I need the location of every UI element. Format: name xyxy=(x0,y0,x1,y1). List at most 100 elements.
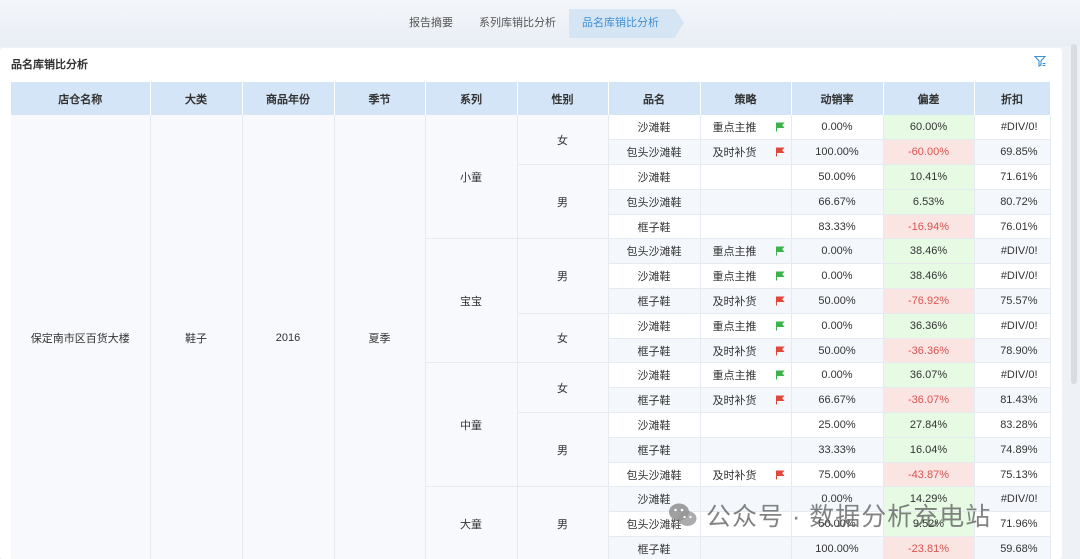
product-cell: 沙滩鞋 xyxy=(608,486,701,513)
strategy-cell xyxy=(700,536,792,559)
gender-cell: 女 xyxy=(517,362,609,414)
column-header: 店仓名称 xyxy=(11,82,151,115)
product-cell: 框子鞋 xyxy=(608,214,701,240)
deviation-cell: 38.46% xyxy=(883,263,975,290)
strategy-label: 重点主推 xyxy=(712,320,757,333)
column-header: 动销率 xyxy=(791,82,884,115)
gender-cell: 女 xyxy=(517,313,609,364)
table-body: 保定南市区百货大楼 鞋子 2016 夏季 小童女沙滩鞋 重点主推 0.00% 60.00% #D… xyxy=(11,115,1051,559)
product-cell: 包头沙滩鞋 xyxy=(608,511,701,538)
product-cell: 框子鞋 xyxy=(608,387,701,414)
sell-through-cell: 100.00% xyxy=(791,536,884,559)
strategy-label: 重点主推 xyxy=(712,122,757,135)
gender-cell: 男 xyxy=(517,412,609,488)
strategy-label: 及时补货 xyxy=(712,395,757,408)
deviation-cell: -60.00% xyxy=(883,139,975,166)
strategy-label: 重点主推 xyxy=(712,271,757,284)
deviation-cell: 16.04% xyxy=(883,437,975,463)
product-cell: 包头沙滩鞋 xyxy=(608,139,701,166)
tab-bar: 报告摘要 系列库销比分析 品名库销比分析 xyxy=(0,0,1080,46)
green-flag-icon xyxy=(775,246,785,256)
sell-through-cell: 0.00% xyxy=(791,263,884,290)
sell-through-cell: 50.00% xyxy=(791,511,884,538)
red-flag-icon xyxy=(775,346,785,356)
product-cell: 沙滩鞋 xyxy=(608,362,701,389)
red-flag-icon xyxy=(775,395,785,405)
product-analysis-table: 店仓名称 大类 商品年份 季节 系列 性别 品名 策略 动销率 偏差 折扣 保定南市区百货大楼 鞋子 2… xyxy=(11,82,1051,559)
discount-cell: #DIV/0! xyxy=(974,115,1051,141)
discount-cell: #DIV/0! xyxy=(974,486,1051,513)
discount-cell: 71.61% xyxy=(974,164,1051,190)
discount-cell: 71.96% xyxy=(974,511,1051,538)
strategy-label: 及时补货 xyxy=(712,345,757,358)
product-cell: 沙滩鞋 xyxy=(608,164,701,190)
strategy-cell: 重点主推 xyxy=(700,362,792,389)
strategy-cell xyxy=(700,214,792,240)
strategy-cell: 及时补货 xyxy=(700,139,792,166)
strategy-label: 重点主推 xyxy=(712,370,757,383)
series-cell: 宝宝 xyxy=(425,238,518,364)
product-cell: 包头沙滩鞋 xyxy=(608,189,701,215)
discount-cell: 75.57% xyxy=(974,288,1051,314)
product-cell: 沙滩鞋 xyxy=(608,313,701,339)
discount-cell: 76.01% xyxy=(974,214,1051,240)
strategy-cell: 重点主推 xyxy=(700,238,792,265)
column-header: 大类 xyxy=(150,82,243,115)
deviation-cell: 9.52% xyxy=(883,511,975,538)
gender-cell: 女 xyxy=(517,115,609,166)
discount-cell: #DIV/0! xyxy=(974,238,1051,265)
sell-through-cell: 66.67% xyxy=(791,387,884,414)
product-cell: 包头沙滩鞋 xyxy=(608,238,701,265)
sell-through-cell: 83.33% xyxy=(791,214,884,240)
deviation-cell: 10.41% xyxy=(883,164,975,190)
green-flag-icon xyxy=(775,271,785,281)
column-header: 性别 xyxy=(517,82,609,115)
column-header: 季节 xyxy=(334,82,426,115)
filter-icon[interactable] xyxy=(1034,55,1046,67)
deviation-cell: 36.07% xyxy=(883,362,975,389)
discount-cell: 69.85% xyxy=(974,139,1051,166)
deviation-cell: -23.81% xyxy=(883,536,975,559)
deviation-cell: 14.29% xyxy=(883,486,975,513)
discount-cell: 59.68% xyxy=(974,536,1051,559)
tab-report-summary[interactable]: 报告摘要 xyxy=(396,9,466,38)
red-flag-icon xyxy=(775,470,785,480)
column-header: 系列 xyxy=(425,82,518,115)
gender-cell: 男 xyxy=(517,238,609,314)
green-flag-icon xyxy=(775,122,785,132)
sell-through-cell: 0.00% xyxy=(791,362,884,389)
product-cell: 沙滩鞋 xyxy=(608,263,701,290)
strategy-cell xyxy=(700,437,792,463)
strategy-cell: 及时补货 xyxy=(700,288,792,314)
sell-through-cell: 66.67% xyxy=(791,189,884,215)
deviation-cell: -16.94% xyxy=(883,214,975,240)
deviation-cell: 6.53% xyxy=(883,189,975,215)
tab-product-analysis[interactable]: 品名库销比分析 xyxy=(569,9,684,38)
strategy-label: 及时补货 xyxy=(712,469,757,482)
strategy-cell xyxy=(700,412,792,438)
deviation-cell: -36.36% xyxy=(883,338,975,364)
strategy-cell xyxy=(700,164,792,190)
product-cell: 沙滩鞋 xyxy=(608,412,701,438)
gender-cell: 男 xyxy=(517,164,609,240)
green-flag-icon xyxy=(775,370,785,380)
product-cell: 框子鞋 xyxy=(608,437,701,463)
discount-cell: 80.72% xyxy=(974,189,1051,215)
deviation-cell: 27.84% xyxy=(883,412,975,438)
discount-cell: 75.13% xyxy=(974,462,1051,488)
discount-cell: #DIV/0! xyxy=(974,263,1051,290)
table-row[interactable]: 保定南市区百货大楼 鞋子 2016 夏季 小童女沙滩鞋 重点主推 0.00% 60.00% #D… xyxy=(11,115,1051,559)
sell-through-cell: 0.00% xyxy=(791,238,884,265)
column-header: 商品年份 xyxy=(242,82,335,115)
strategy-cell: 及时补货 xyxy=(700,462,792,488)
product-cell: 包头沙滩鞋 xyxy=(608,462,701,488)
tab-series-analysis[interactable]: 系列库销比分析 xyxy=(466,9,569,38)
discount-cell: #DIV/0! xyxy=(974,313,1051,339)
product-cell: 框子鞋 xyxy=(608,288,701,314)
vertical-scrollbar[interactable] xyxy=(1071,44,1077,384)
category-cell: 鞋子 xyxy=(150,115,243,559)
product-cell: 框子鞋 xyxy=(608,338,701,364)
sell-through-cell: 33.33% xyxy=(791,437,884,463)
strategy-label: 及时补货 xyxy=(712,295,757,308)
year-cell: 2016 xyxy=(242,115,335,559)
